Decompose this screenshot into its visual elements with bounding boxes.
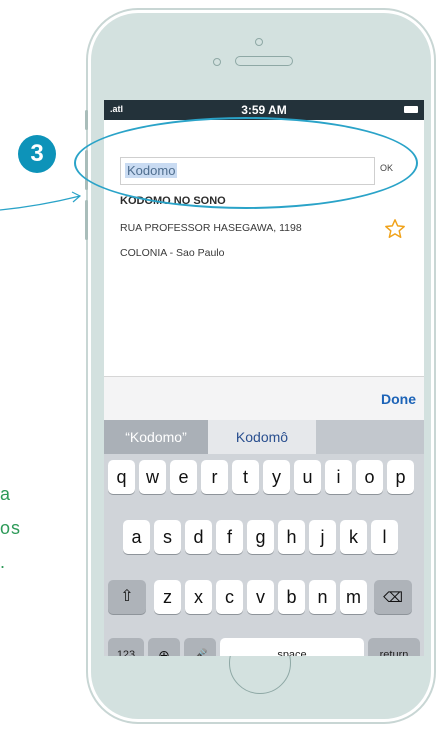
- side-text-line-3: .: [0, 552, 7, 572]
- key-z[interactable]: z: [154, 580, 181, 614]
- pointer-arrow-icon: [0, 191, 82, 211]
- numbers-key[interactable]: 123: [108, 638, 144, 656]
- key-p[interactable]: p: [387, 460, 414, 494]
- step-badge: 3: [18, 135, 56, 173]
- key-n[interactable]: n: [309, 580, 336, 614]
- key-e[interactable]: e: [170, 460, 197, 494]
- key-u[interactable]: u: [294, 460, 321, 494]
- key-h[interactable]: h: [278, 520, 305, 554]
- favorite-star-icon[interactable]: [384, 218, 406, 240]
- key-v[interactable]: v: [247, 580, 274, 614]
- done-button[interactable]: Done: [381, 391, 416, 407]
- result-city: COLONIA - Sao Paulo: [120, 247, 225, 259]
- key-g[interactable]: g: [247, 520, 274, 554]
- keyboard-accessory-bar: Done: [104, 376, 424, 420]
- status-time: 3:59 AM: [241, 103, 287, 117]
- battery-icon: [404, 106, 418, 113]
- return-key[interactable]: return: [368, 638, 420, 656]
- key-b[interactable]: b: [278, 580, 305, 614]
- side-text-line-1: a: [0, 484, 12, 504]
- earpiece-speaker: [235, 56, 293, 66]
- key-d[interactable]: d: [185, 520, 212, 554]
- sensor-icon: [213, 58, 221, 66]
- key-y[interactable]: y: [263, 460, 290, 494]
- key-c[interactable]: c: [216, 580, 243, 614]
- key-k[interactable]: k: [340, 520, 367, 554]
- suggestion-autocorrect[interactable]: Kodomô: [208, 420, 316, 454]
- key-o[interactable]: o: [356, 460, 383, 494]
- key-a[interactable]: a: [123, 520, 150, 554]
- key-r[interactable]: r: [201, 460, 228, 494]
- mute-switch: [85, 110, 88, 130]
- side-text-line-2: os: [0, 518, 22, 538]
- key-j[interactable]: j: [309, 520, 336, 554]
- microphone-key-icon[interactable]: 🎤: [184, 638, 216, 656]
- delete-key-icon[interactable]: ⌫: [374, 580, 412, 614]
- front-camera-icon: [255, 38, 263, 46]
- key-s[interactable]: s: [154, 520, 181, 554]
- key-t[interactable]: t: [232, 460, 259, 494]
- highlight-ellipse: [74, 117, 418, 209]
- key-q[interactable]: q: [108, 460, 135, 494]
- key-i[interactable]: i: [325, 460, 352, 494]
- key-x[interactable]: x: [185, 580, 212, 614]
- key-l[interactable]: l: [371, 520, 398, 554]
- globe-key-icon[interactable]: ⊕: [148, 638, 180, 656]
- key-m[interactable]: m: [340, 580, 367, 614]
- suggestion-typed[interactable]: “Kodomo”: [104, 420, 208, 454]
- space-key[interactable]: space: [220, 638, 364, 656]
- result-address: RUA PROFESSOR HASEGAWA, 1198: [120, 222, 302, 234]
- key-w[interactable]: w: [139, 460, 166, 494]
- shift-key-icon[interactable]: ⇧: [108, 580, 146, 614]
- key-f[interactable]: f: [216, 520, 243, 554]
